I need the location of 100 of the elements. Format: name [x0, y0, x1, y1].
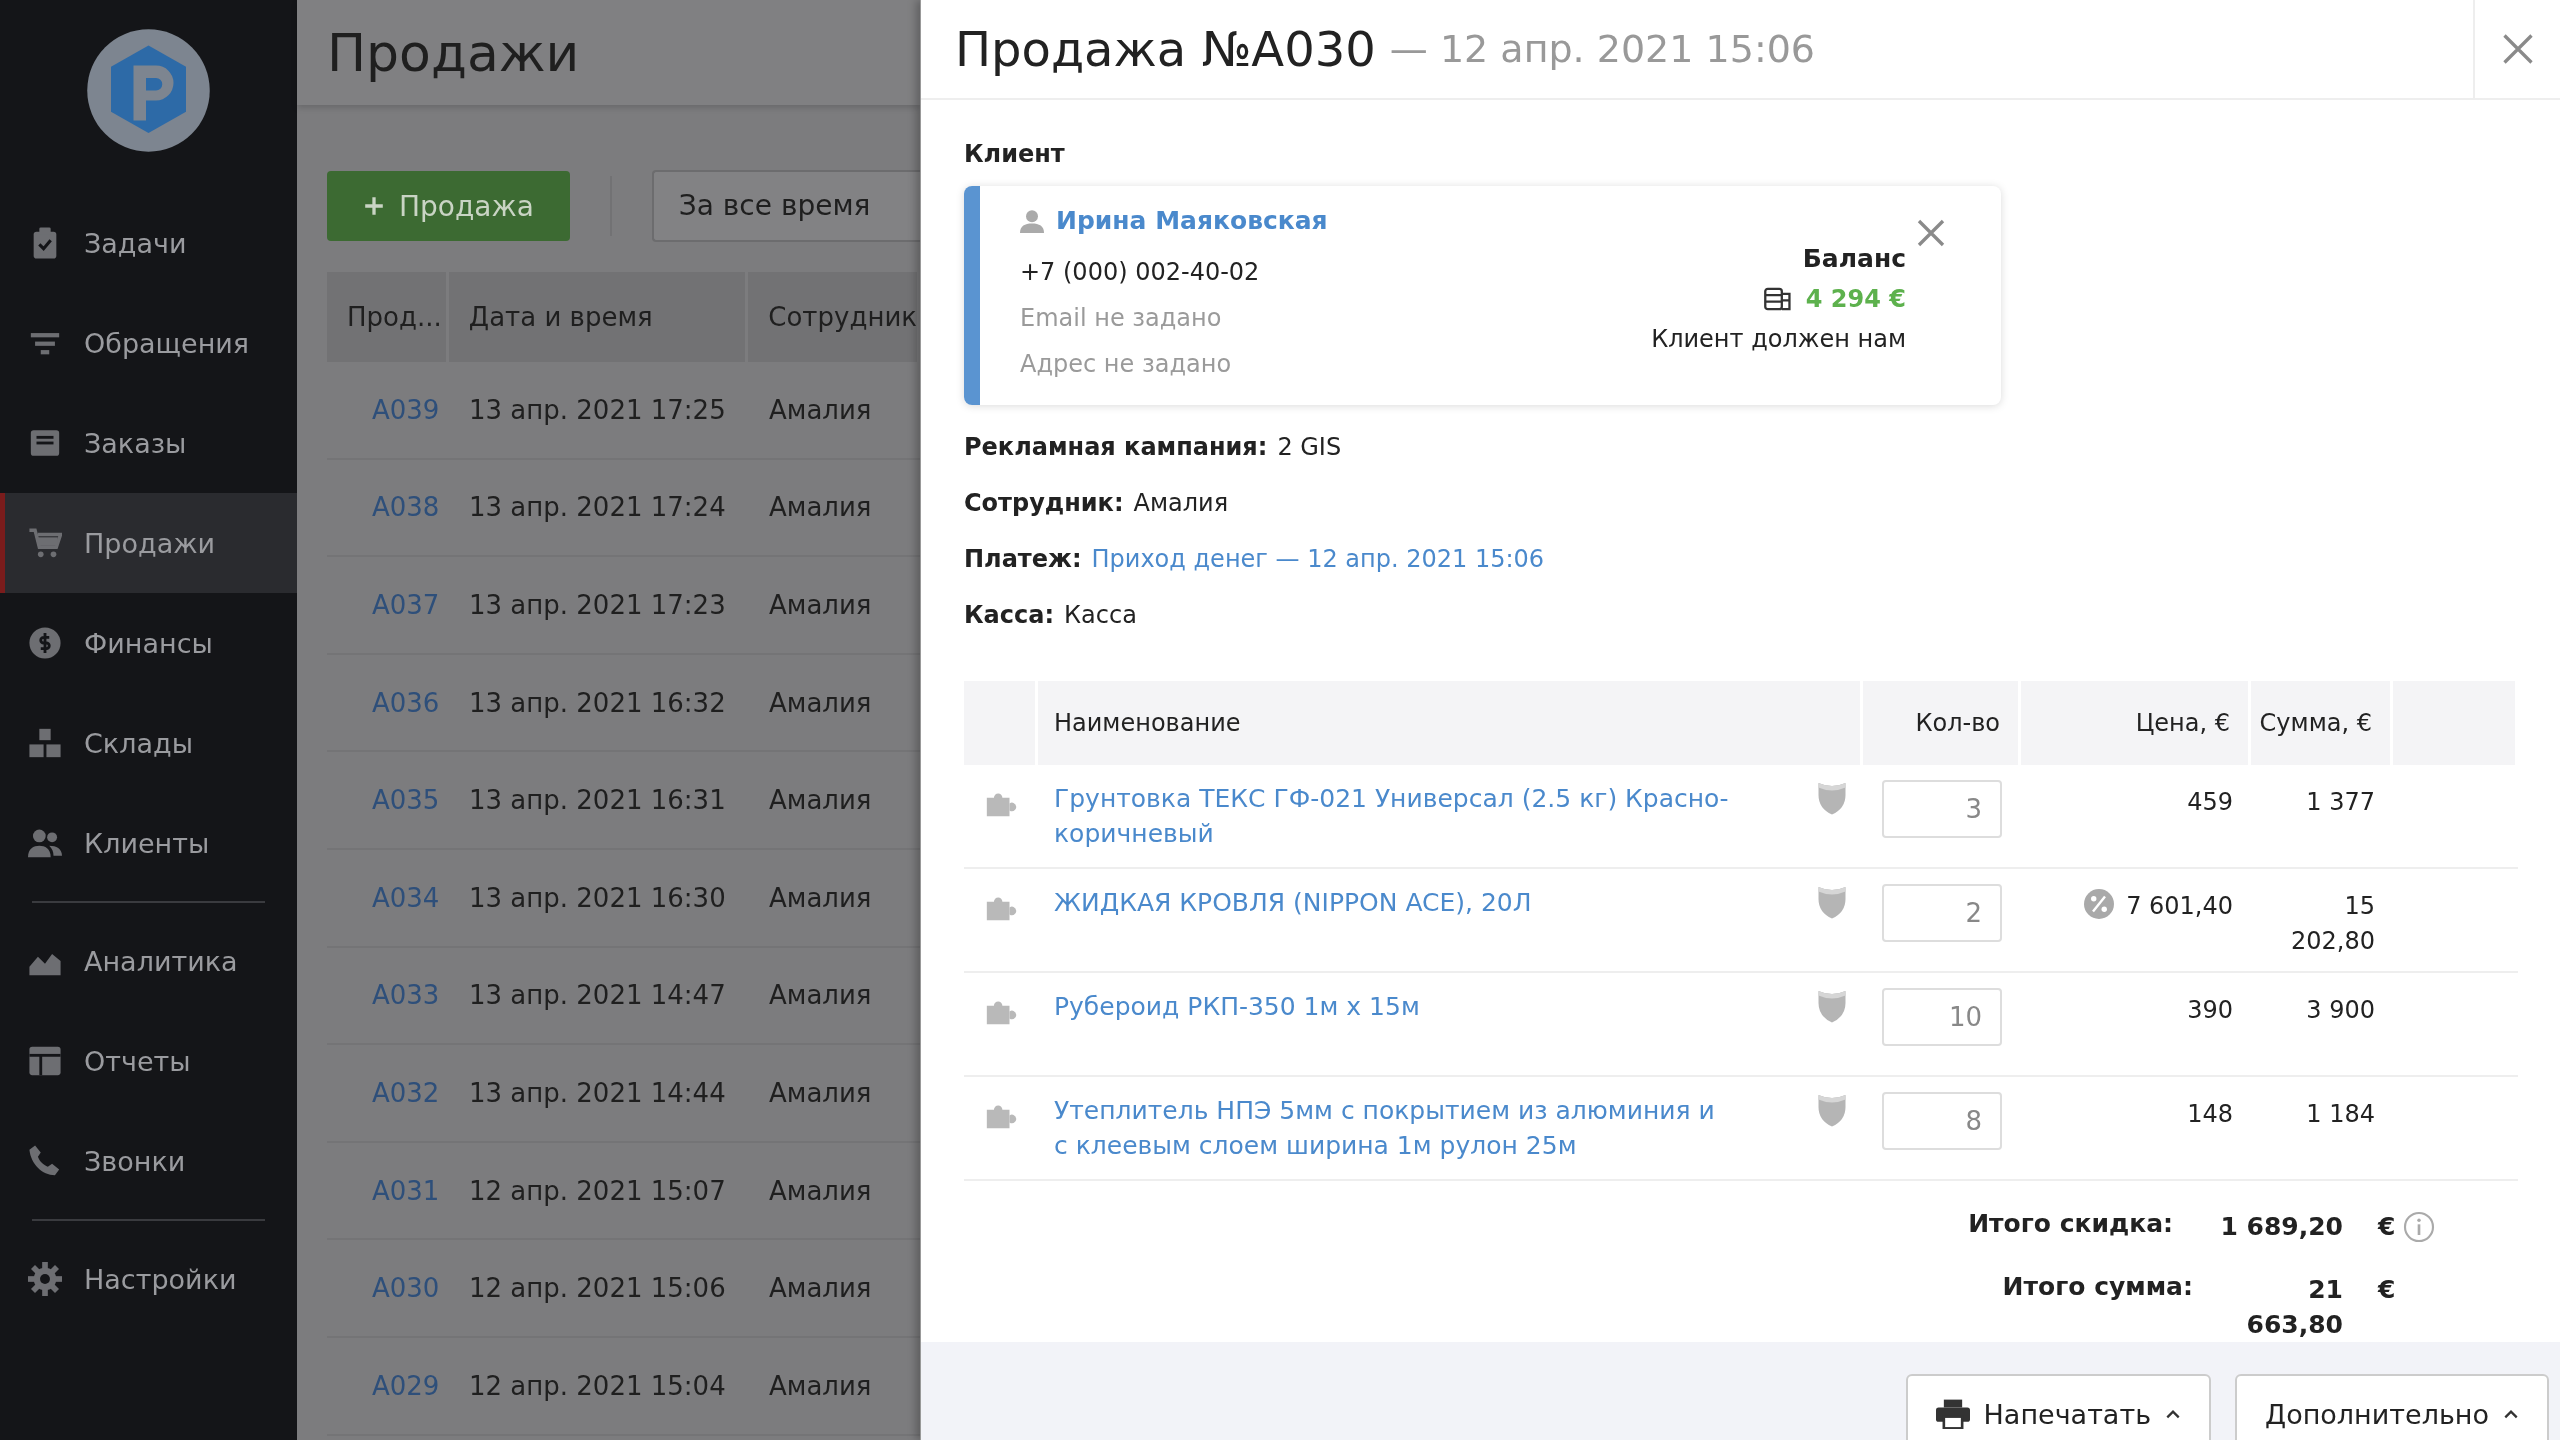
client-phone: +7 (000) 002-40-02 [1020, 257, 1261, 288]
table-cell-text: 13 апр. 2021 16:32 [468, 687, 727, 718]
column-header: Наименование [1054, 709, 1241, 737]
sale-number-link[interactable]: A029 [327, 1370, 449, 1401]
sale-number-link[interactable]: A031 [327, 1175, 449, 1206]
phone-icon [28, 1144, 62, 1178]
sidebar-item[interactable]: Настройки [0, 1229, 297, 1329]
sidebar-item[interactable]: Продажи [0, 493, 297, 593]
gear-icon [28, 1262, 62, 1296]
column-header: Кол-во [1915, 709, 2000, 737]
sale-number-link[interactable]: A033 [327, 980, 449, 1011]
sale-number-link[interactable]: A032 [327, 1077, 449, 1108]
sidebar-item[interactable]: Склады [0, 693, 297, 793]
sale-number-link[interactable]: A037 [327, 590, 449, 620]
field-value: Касса [1064, 601, 1137, 629]
quantity-input[interactable]: 3 [1882, 780, 2002, 838]
balance-amount: 4 294 € [1805, 285, 1906, 313]
boxes-icon [28, 726, 62, 760]
client-name-link[interactable]: Ирина Маяковская [1056, 206, 1328, 235]
balance-label: Баланс [1802, 244, 1906, 273]
sidebar-item[interactable]: Обращения [0, 293, 297, 393]
quantity-input[interactable]: 8 [1882, 1092, 2002, 1150]
table-cell-text: Амалия [768, 687, 873, 718]
field-label: Рекламная кампания: [964, 433, 1268, 461]
table-cell-text: Амалия [768, 492, 873, 523]
currency-symbol: € [2378, 1274, 2396, 1306]
page-title: Продажи [327, 22, 580, 83]
table-cell-text: 12 апр. 2021 15:07 [468, 1175, 727, 1206]
field-label: Сотрудник: [964, 489, 1124, 517]
section-label: Клиент [964, 140, 1066, 168]
dropdown-button[interactable]: Дополнительно [2235, 1374, 2549, 1440]
table-icon [28, 1044, 62, 1078]
shield-icon [1817, 989, 1847, 1023]
table-cell-text: 3 900 [2306, 995, 2375, 1026]
dollar-coin-icon [28, 626, 62, 660]
sale-number-link[interactable]: A036 [327, 687, 449, 718]
cart-icon [28, 526, 62, 560]
table-cell-text: Амалия [768, 1370, 873, 1401]
field-value: Амалия [1133, 489, 1229, 517]
table-cell-text: 13 апр. 2021 16:31 [468, 785, 727, 816]
table-cell-text: 7 601,40 [2126, 891, 2233, 922]
table-cell-text: 13 апр. 2021 14:44 [468, 1077, 727, 1108]
table-cell-text: Амалия [768, 590, 873, 620]
period-dropdown[interactable]: За все время [651, 170, 920, 242]
column-header: Сумма, € [2259, 709, 2372, 737]
plus-icon [363, 195, 385, 217]
balance-note: Клиент должен нам [1651, 325, 1906, 353]
table-cell-text: 13 апр. 2021 14:47 [468, 980, 727, 1011]
table-cell-text: Амалия [768, 394, 873, 425]
table-cell-text: Амалия [768, 1273, 873, 1304]
product-link[interactable]: ЖИДКАЯ КРОВЛЯ (NIPPON ACE), 20Л [1054, 885, 1532, 955]
table-cell-text: Амалия [768, 882, 873, 913]
table-cell-text: 390 [2187, 995, 2233, 1026]
sidebar-item[interactable]: Клиенты [0, 793, 297, 893]
shield-icon [1817, 885, 1847, 919]
sale-number-link[interactable]: A035 [327, 785, 449, 816]
sale-number-link[interactable]: A039 [327, 394, 449, 425]
caret-up-icon [2165, 1408, 2182, 1420]
table-cell-text: Амалия [768, 785, 873, 816]
client-email: Email не задано [1020, 303, 1223, 334]
product-link[interactable]: Рубероид РКП-350 1м х 15м [1054, 989, 1420, 1059]
panel-title: Продажа №A030 [955, 21, 1376, 77]
table-cell-text: 15 202,80 [2290, 891, 2375, 957]
field-label: Платеж: [964, 545, 1082, 573]
product-link[interactable]: Грунтовка ТЕКС ГФ-021 Универсал (2.5 кг) Красно-коричневый [1054, 781, 1734, 851]
product-link[interactable]: Утеплитель НПЭ 5мм с покрытием из алюминия и с клеевым слоем ширина 1м рулон 25м [1054, 1093, 1734, 1163]
sale-number-link[interactable]: A034 [327, 882, 449, 913]
shield-icon [1817, 1093, 1847, 1127]
field-value: 2 GIS [1277, 433, 1342, 461]
client-address: Адрес не задано [1020, 349, 1233, 380]
sidebar-item[interactable]: Аналитика [0, 911, 297, 1011]
new-sale-button[interactable]: Продажа [327, 171, 570, 241]
sale-number-link[interactable]: A030 [327, 1273, 449, 1304]
printer-icon [1935, 1399, 1970, 1429]
table-cell-text: 13 апр. 2021 16:30 [468, 882, 727, 913]
quantity-input[interactable]: 2 [1882, 884, 2002, 942]
dropdown-button[interactable]: Напечатать [1905, 1374, 2212, 1440]
total-label: Итого скидка: [1968, 1209, 2173, 1238]
sidebar-item[interactable]: Заказы [0, 393, 297, 493]
table-cell-text: Амалия [768, 1077, 873, 1108]
sidebar-item[interactable]: Звонки [0, 1111, 297, 1211]
table-cell-text: 13 апр. 2021 17:24 [468, 492, 727, 523]
sale-number-link[interactable]: A038 [327, 492, 449, 523]
total-value: 1 689,20 [2219, 1211, 2343, 1243]
sidebar-item[interactable]: Финансы [0, 593, 297, 693]
table-cell-text: 12 апр. 2021 15:06 [468, 1273, 727, 1304]
close-button[interactable] [2473, 0, 2560, 98]
table-cell-text: 1 377 [2306, 787, 2375, 818]
table-cell-text: Амалия [768, 1175, 873, 1206]
coins-stack-icon [1763, 286, 1792, 312]
quantity-input[interactable]: 10 [1882, 988, 2002, 1046]
person-icon [1020, 208, 1044, 233]
table-cell-text: 13 апр. 2021 17:23 [468, 590, 727, 620]
logo-icon [86, 28, 211, 153]
sidebar-item[interactable]: Отчеты [0, 1011, 297, 1111]
table-cell-text: Амалия [768, 980, 873, 1011]
table-cell-text: 459 [2187, 787, 2233, 818]
sidebar-item[interactable]: Задачи [0, 193, 297, 293]
payment-link[interactable]: Приход денег — 12 апр. 2021 15:06 [1091, 545, 1545, 573]
currency-symbol: € [2378, 1211, 2396, 1243]
